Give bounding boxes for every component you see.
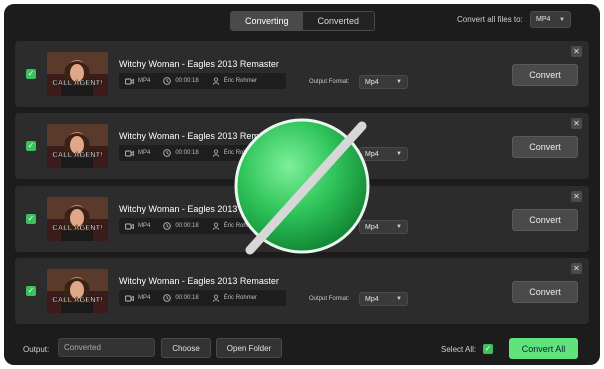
file-artist: Éric Rohmer [223, 78, 258, 84]
convert-button[interactable]: Convert [512, 136, 578, 158]
video-thumbnail: CALL AGENT! [47, 197, 108, 241]
video-icon [125, 78, 134, 84]
close-icon[interactable]: ✕ [571, 46, 582, 57]
row-checkbox[interactable]: ✓ [26, 141, 36, 151]
file-title: Witchy Woman - Eagles 2013 Remaster [119, 59, 279, 69]
person-icon [212, 149, 220, 157]
video-icon [125, 295, 134, 301]
output-label: Output: [23, 345, 50, 354]
file-meta: MP4 00:00:18 Éric Rohmer [119, 73, 286, 89]
thumb-text: CALL AGENT! [52, 223, 102, 232]
output-format-value: Mp4 [365, 78, 379, 86]
video-thumbnail: CALL AGENT! [47, 269, 108, 313]
checkmark-icon: ✓ [484, 344, 492, 353]
output-format-label: Output Format: [309, 296, 350, 302]
thumb-text: CALL AGENT! [52, 150, 102, 159]
close-icon[interactable]: ✕ [571, 191, 582, 202]
choose-button[interactable]: Choose [161, 338, 211, 358]
top-bar: Converting Converted Convert all files t… [4, 4, 600, 34]
person-icon [212, 222, 220, 230]
video-thumbnail: CALL AGENT! [47, 124, 108, 168]
file-format: MP4 [138, 295, 151, 301]
video-thumbnail: CALL AGENT! [47, 52, 108, 96]
video-icon [125, 223, 134, 229]
file-format: MP4 [138, 223, 151, 229]
chevron-down-icon: ▼ [396, 224, 402, 230]
output-format-select[interactable]: Mp4 ▼ [359, 75, 408, 89]
file-duration: 00:00:18 [175, 223, 199, 229]
person-icon [212, 77, 220, 85]
checkmark-icon: ✓ [27, 214, 35, 223]
convert-all-files-label: Convert all files to: [457, 15, 523, 24]
prohibited-icon [234, 118, 370, 255]
file-title: Witchy Woman - Eagles 2013 Remaster [119, 276, 279, 286]
thumb-text: CALL AGENT! [52, 78, 102, 87]
tab-converted[interactable]: Converted [303, 12, 375, 30]
file-duration: 00:00:18 [175, 295, 199, 301]
app-window: Converting Converted Convert all files t… [4, 4, 600, 365]
file-meta: MP4 00:00:18 Éric Rohmer [119, 290, 286, 306]
convert-all-format-value: MP4 [536, 16, 551, 23]
output-format-label: Output Format: [309, 79, 350, 85]
clock-icon [163, 149, 172, 157]
chevron-down-icon: ▼ [396, 151, 402, 157]
convert-button[interactable]: Convert [512, 281, 578, 303]
checkmark-icon: ✓ [27, 286, 35, 295]
file-duration: 00:00:18 [175, 150, 199, 156]
chevron-down-icon: ▼ [396, 79, 402, 85]
open-folder-button[interactable]: Open Folder [216, 338, 282, 358]
row-checkbox[interactable]: ✓ [26, 214, 36, 224]
select-all-label: Select All: [441, 345, 477, 354]
clock-icon [163, 77, 172, 85]
chevron-down-icon: ▼ [559, 16, 565, 23]
file-row: ✓ CALL AGENT! Witchy Woman - Eagles 2013… [15, 41, 589, 107]
convert-button[interactable]: Convert [512, 64, 578, 86]
select-all-checkbox[interactable]: ✓ [483, 344, 493, 354]
file-duration: 00:00:18 [175, 78, 199, 84]
checkmark-icon: ✓ [27, 69, 35, 78]
convert-button[interactable]: Convert [512, 209, 578, 231]
person-icon [212, 294, 220, 302]
close-icon[interactable]: ✕ [571, 263, 582, 274]
chevron-down-icon: ▼ [396, 296, 402, 302]
file-format: MP4 [138, 150, 151, 156]
file-artist: Éric Rohmer [223, 295, 258, 301]
convert-all-format-select[interactable]: MP4 ▼ [530, 11, 571, 28]
checkmark-icon: ✓ [27, 141, 35, 150]
row-checkbox[interactable]: ✓ [26, 286, 36, 296]
thumb-text: CALL AGENT! [52, 295, 102, 304]
close-icon[interactable]: ✕ [571, 118, 582, 129]
output-path-field[interactable]: Converted [58, 338, 155, 357]
file-row: ✓ CALL AGENT! Witchy Woman - Eagles 2013… [15, 258, 589, 324]
video-icon [125, 150, 134, 156]
convert-all-button[interactable]: Convert All [509, 338, 578, 359]
row-checkbox[interactable]: ✓ [26, 69, 36, 79]
clock-icon [163, 222, 172, 230]
output-format-select[interactable]: Mp4 ▼ [359, 292, 408, 306]
tab-converting[interactable]: Converting [231, 12, 303, 30]
file-format: MP4 [138, 78, 151, 84]
clock-icon [163, 294, 172, 302]
tab-switcher: Converting Converted [230, 11, 375, 31]
output-format-value: Mp4 [365, 295, 379, 303]
